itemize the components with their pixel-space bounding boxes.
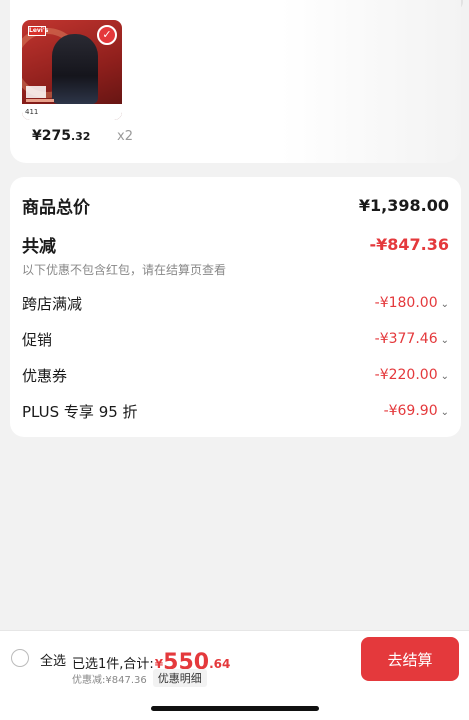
- product-price-dec: .32: [70, 130, 91, 143]
- thumbnail-tag-bar: [26, 99, 54, 102]
- thumbnail-tag: [26, 86, 46, 98]
- product-card: Levi's ✓ 411 ¥275.32 x2: [10, 0, 461, 163]
- chevron-down-icon[interactable]: ⌄: [441, 335, 449, 346]
- checkout-button[interactable]: 去结算: [361, 637, 459, 681]
- thumbnail-model-figure: [52, 34, 98, 104]
- product-thumbnail[interactable]: Levi's ✓ 411: [22, 20, 122, 120]
- discount-label: 跨店满减: [22, 294, 83, 313]
- total-value: ¥1,398.00: [358, 195, 449, 215]
- select-all-label[interactable]: 全选: [40, 650, 66, 669]
- discount-amount: -¥69.90: [383, 403, 438, 419]
- discount-label: 优惠券: [22, 366, 68, 385]
- discount-row-coupon[interactable]: 优惠券 -¥220.00 ⌄: [22, 363, 449, 387]
- chevron-down-icon[interactable]: ⌄: [441, 407, 449, 418]
- chevron-down-icon[interactable]: ⌄: [441, 371, 449, 382]
- product-quantity: x2: [117, 129, 133, 144]
- total-amount-dec: .64: [209, 657, 231, 671]
- reduce-row: 共减 -¥847.36: [22, 232, 449, 257]
- discount-value: -¥377.46 ⌄: [375, 331, 449, 347]
- radio-unchecked-icon[interactable]: [11, 649, 29, 667]
- check-icon[interactable]: ✓: [97, 25, 117, 45]
- discount-amount: -¥377.46: [374, 331, 438, 347]
- price-summary-card: 商品总价 ¥1,398.00 共减 -¥847.36 以下优惠不包含红包，请在结…: [10, 177, 461, 437]
- chevron-down-icon[interactable]: ⌄: [441, 299, 449, 310]
- discount-row-promotion[interactable]: 促销 -¥377.46 ⌄: [22, 327, 449, 351]
- discount-value: -¥69.90 ⌄: [384, 403, 449, 419]
- product-price: ¥275.32: [32, 128, 90, 144]
- discount-summary: 优惠减:¥847.36 优惠明细: [72, 669, 207, 687]
- discount-amount: -¥220.00: [374, 367, 438, 383]
- discount-total-text: 优惠减:¥847.36: [72, 674, 147, 686]
- discount-amount: -¥180.00: [374, 295, 438, 311]
- total-row: 商品总价 ¥1,398.00: [22, 193, 449, 218]
- discount-label: 促销: [22, 330, 53, 349]
- reduce-value: -¥847.36: [369, 234, 449, 254]
- discount-row-plus[interactable]: PLUS 专享 95 折 -¥69.90 ⌄: [22, 399, 449, 423]
- discount-row-cross-store[interactable]: 跨店满减 -¥180.00 ⌄: [22, 291, 449, 315]
- brand-logo: Levi's: [28, 26, 49, 36]
- product-price-int: ¥275: [32, 128, 71, 144]
- discount-note: 以下优惠不包含红包，请在结算页查看: [22, 263, 227, 277]
- discount-label: PLUS 专享 95 折: [22, 402, 138, 421]
- total-label: 商品总价: [22, 197, 90, 218]
- discount-value: -¥220.00 ⌄: [375, 367, 449, 383]
- thumbnail-size-strip: 411: [22, 104, 122, 120]
- discount-value: -¥180.00 ⌄: [375, 295, 449, 311]
- discount-detail-button[interactable]: 优惠明细: [152, 669, 207, 687]
- home-indicator: [151, 706, 319, 711]
- reduce-label: 共减: [22, 236, 56, 257]
